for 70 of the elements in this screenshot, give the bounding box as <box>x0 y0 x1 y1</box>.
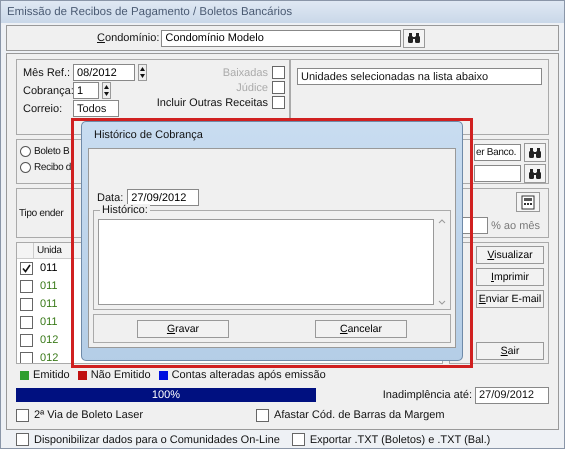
bank-field[interactable]: er Banco. <box>474 144 521 161</box>
inadimplencia-field[interactable]: 27/09/2012 <box>475 386 549 404</box>
checkbox[interactable] <box>256 408 269 422</box>
legend-label: Contas alteradas após emissão <box>172 369 326 381</box>
progress-text: 100% <box>150 388 182 402</box>
checkbox[interactable] <box>20 334 32 346</box>
binoculars-icon <box>407 32 422 44</box>
input-field[interactable] <box>474 165 521 182</box>
option-label: Júdice <box>236 82 268 94</box>
checkbox[interactable] <box>16 433 29 446</box>
date-label: Data: <box>97 192 124 204</box>
radio-label: Boleto B <box>34 146 70 157</box>
window-title: Emissão de Recibos de Pagamento / Boletos Bancários <box>1 1 564 23</box>
inadimplencia-label: Inadimplência até: <box>382 389 472 401</box>
table-cell-text: 011 <box>39 262 58 274</box>
legend-label: Emitido <box>33 369 70 381</box>
checkbox-label: Afastar Cód. de Barras da Margem <box>274 409 445 421</box>
option-label: Baixadas <box>222 66 268 78</box>
scrollbar-icon <box>436 217 448 307</box>
option-label: Incluir Outras Receitas <box>156 96 268 108</box>
action-button[interactable]: Visualizar <box>476 246 544 264</box>
action-button[interactable]: Sair <box>476 342 544 360</box>
binoculars-icon <box>528 168 542 180</box>
checkbox[interactable] <box>292 433 305 446</box>
dialog-title: Histórico de Cobrança <box>93 128 204 143</box>
spin-button[interactable] <box>138 64 147 81</box>
checkbox[interactable] <box>16 408 29 422</box>
table-cell-text: 012 <box>39 352 58 363</box>
checkbox[interactable] <box>272 96 285 109</box>
address-type-label: Tipo ender <box>19 208 64 218</box>
search-button[interactable] <box>403 28 426 48</box>
units-dropdown[interactable]: Unidades selecionadas na lista abaixo <box>297 68 542 85</box>
table-cell-text: 012 <box>39 334 58 346</box>
action-button[interactable]: Enviar E-mail <box>476 290 544 308</box>
dialog-button[interactable]: Gravar <box>137 320 229 338</box>
radio-button[interactable] <box>20 146 31 157</box>
legend-label: Não Emitido <box>90 369 151 381</box>
date-field[interactable]: 27/09/2012 <box>127 189 200 206</box>
checkbox[interactable] <box>20 262 32 274</box>
column-header: Unida <box>36 244 62 258</box>
radio-label: Recibo d <box>34 162 72 173</box>
checkbox[interactable] <box>20 280 32 292</box>
history-label: Histórico: <box>100 204 150 216</box>
checkbox[interactable] <box>20 352 32 363</box>
condominio-label: Condomínio: <box>97 32 160 44</box>
condominio-field[interactable]: Condomínio Modelo <box>161 30 402 46</box>
mes-ref-field[interactable]: 08/2012 <box>73 64 135 81</box>
dialog-button[interactable]: Cancelar <box>315 320 407 338</box>
search-button[interactable] <box>524 164 546 183</box>
checkbox-label: Disponibilizar dados para o Comunidades On-Line <box>34 434 280 446</box>
table-cell-text: 011 <box>39 298 58 310</box>
action-button[interactable]: Imprimir <box>476 268 544 286</box>
table-cell-text: 011 <box>39 280 58 292</box>
history-textarea[interactable] <box>98 219 434 305</box>
checkbox-label: Exportar .TXT (Boletos) e .TXT (Bal.) <box>310 434 490 446</box>
radio-button[interactable] <box>20 162 31 173</box>
cobranca-field[interactable]: 1 <box>73 82 99 99</box>
binoculars-icon <box>528 146 542 158</box>
search-button[interactable] <box>524 143 546 162</box>
table-cell-text: 011 <box>39 316 58 328</box>
calculator-button[interactable] <box>516 192 540 212</box>
correio-dropdown[interactable]: Todos <box>73 100 119 117</box>
spin-button[interactable] <box>102 82 111 99</box>
mes-ref-label: Mês Ref.: <box>23 66 70 78</box>
calculator-icon <box>520 194 536 210</box>
checkbox[interactable] <box>20 298 32 310</box>
checkbox[interactable] <box>20 316 32 328</box>
correio-label: Correio: <box>23 102 64 114</box>
rate-suffix: % ao mês <box>491 220 540 232</box>
checkbox-label: 2ª Via de Boleto Laser <box>34 409 144 421</box>
